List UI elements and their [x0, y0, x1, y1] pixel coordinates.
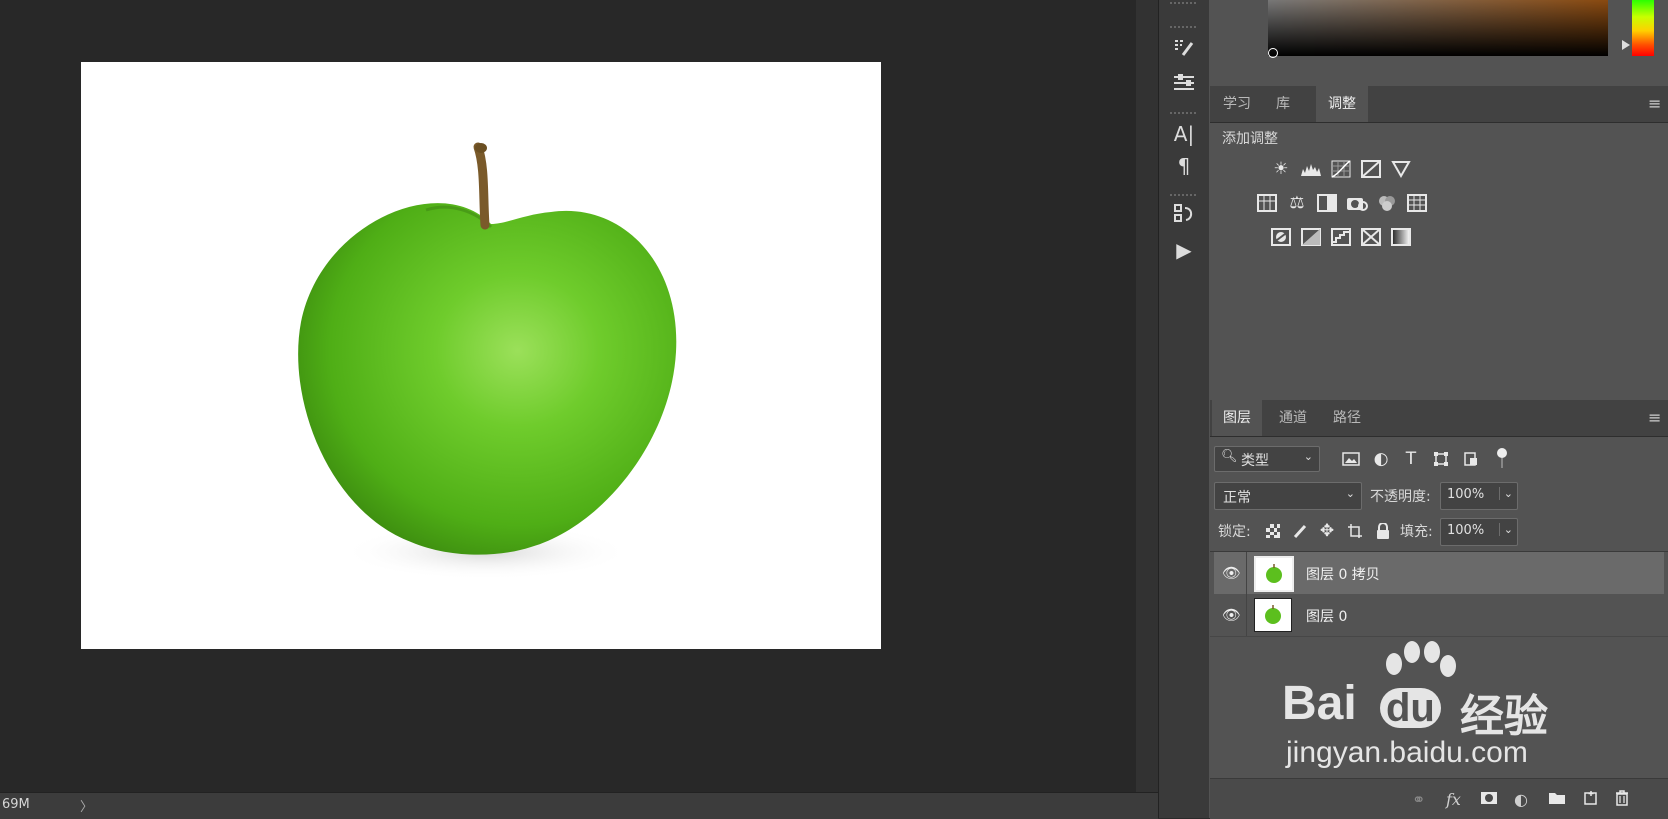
color-lookup-icon[interactable]	[1406, 192, 1428, 214]
tab-channels[interactable]: 通道	[1268, 400, 1318, 436]
layer-name[interactable]: 图层 0 拷贝	[1306, 564, 1380, 584]
threshold-icon[interactable]	[1330, 226, 1352, 248]
chevron-down-icon[interactable]: ⌄	[1498, 523, 1513, 536]
levels-icon[interactable]	[1300, 158, 1322, 180]
lock-artboard-icon[interactable]	[1344, 520, 1366, 542]
layer-thumbnail[interactable]	[1254, 598, 1292, 632]
new-group-folder-icon[interactable]	[1548, 790, 1566, 809]
vertical-scrollbar[interactable]	[1136, 0, 1158, 792]
tab-layers[interactable]: 图层	[1212, 400, 1262, 436]
opacity-input[interactable]: 100% ⌄	[1440, 482, 1518, 510]
lock-brush-icon[interactable]	[1290, 520, 1312, 542]
gradient-map-icon[interactable]	[1390, 226, 1412, 248]
vibrance-icon[interactable]	[1390, 158, 1412, 180]
posterize-icon[interactable]	[1300, 226, 1322, 248]
link-layers-icon[interactable]: ⚭	[1412, 790, 1425, 809]
fill-input[interactable]: 100% ⌄	[1440, 518, 1518, 546]
photo-filter-icon[interactable]	[1346, 192, 1368, 214]
tab-libraries[interactable]: 库	[1264, 86, 1302, 122]
properties-icon[interactable]	[1170, 68, 1198, 96]
baidu-paw-logo	[1386, 641, 1456, 677]
status-bar	[0, 792, 1158, 819]
black-white-icon[interactable]	[1316, 192, 1338, 214]
fx-icon[interactable]: fx	[1446, 790, 1461, 809]
layer-row-base[interactable]: 👁︎ 图层 0	[1214, 594, 1664, 636]
panel-menu-icon[interactable]: ≡	[1648, 94, 1661, 113]
search-icon: 🔍︎	[1221, 449, 1238, 464]
lock-move-icon[interactable]: ✥	[1316, 520, 1338, 542]
tab-paths[interactable]: 路径	[1322, 400, 1372, 436]
history-icon[interactable]	[1170, 200, 1198, 228]
chevron-down-icon: ⌄	[1303, 450, 1313, 463]
lock-transparent-icon[interactable]	[1262, 520, 1284, 542]
add-adjustment-title: 添加调整	[1222, 131, 1278, 147]
fill-label: 填充:	[1400, 524, 1433, 540]
layer-row-copy[interactable]: 👁︎ 图层 0 拷贝	[1214, 552, 1664, 594]
filter-type-icon[interactable]: T	[1400, 448, 1422, 470]
status-menu-arrow[interactable]: 〉	[80, 796, 93, 815]
opacity-value: 100%	[1447, 487, 1485, 502]
actions-play-icon[interactable]: ▶	[1170, 236, 1198, 264]
filter-adjustment-icon[interactable]: ◐	[1370, 448, 1392, 470]
selective-color-icon[interactable]	[1360, 226, 1382, 248]
tab-adjustments[interactable]: 调整	[1316, 86, 1368, 122]
divider	[1210, 636, 1668, 637]
filter-shape-icon[interactable]	[1430, 448, 1452, 470]
new-adjustment-icon[interactable]: ◐	[1514, 790, 1528, 809]
hue-slider-handle[interactable]	[1622, 40, 1630, 50]
hue-slider[interactable]	[1632, 0, 1654, 56]
baidu-watermark: Bai du 经验 jingyan.baidu.com	[1280, 640, 1580, 780]
watermark-brand: Bai	[1282, 677, 1357, 730]
tab-learn[interactable]: 学习	[1212, 86, 1262, 122]
brush-settings-icon[interactable]	[1170, 34, 1198, 62]
opacity-label: 不透明度:	[1370, 489, 1431, 505]
color-picker-cursor[interactable]	[1268, 48, 1278, 58]
eye-visibility-icon[interactable]: 👁︎	[1222, 606, 1241, 624]
filter-toggle-stem	[1501, 458, 1503, 468]
character-icon[interactable]: A|	[1170, 120, 1198, 148]
eye-visibility-icon[interactable]: 👁︎	[1222, 564, 1241, 582]
divider	[1246, 594, 1247, 636]
blend-mode-select[interactable]: 正常 ⌄	[1214, 482, 1362, 510]
layer-filter-value: 类型	[1241, 453, 1269, 469]
invert-icon[interactable]	[1270, 226, 1292, 248]
fill-value: 100%	[1447, 523, 1485, 538]
color-picker-field[interactable]	[1268, 0, 1608, 56]
new-layer-icon[interactable]	[1582, 790, 1598, 810]
layers-menu-icon[interactable]: ≡	[1648, 408, 1661, 427]
layer-filter-select[interactable]: 🔍︎ 类型 ⌄	[1214, 446, 1320, 472]
curves-icon[interactable]	[1330, 158, 1352, 180]
grip-handle[interactable]	[1170, 194, 1196, 198]
document-canvas[interactable]	[81, 62, 881, 649]
add-mask-icon[interactable]	[1480, 790, 1498, 809]
brightness-icon[interactable]: ☀	[1270, 158, 1292, 180]
watermark-url: jingyan.baidu.com	[1286, 736, 1528, 769]
exposure-icon[interactable]	[1360, 158, 1382, 180]
grip-handle[interactable]	[1170, 2, 1196, 6]
status-doc-size: 69M	[2, 797, 30, 812]
filter-toggle-icon[interactable]	[1497, 448, 1507, 458]
lock-all-icon[interactable]	[1372, 520, 1394, 542]
trash-icon[interactable]	[1614, 790, 1630, 810]
channel-mixer-icon[interactable]	[1376, 192, 1398, 214]
layer-name[interactable]: 图层 0	[1306, 606, 1347, 626]
lock-label: 锁定:	[1218, 524, 1251, 540]
chevron-down-icon: ⌄	[1345, 487, 1355, 500]
green-apple-image	[298, 142, 677, 580]
filter-pixel-icon[interactable]	[1340, 448, 1362, 470]
layers-footer	[1210, 778, 1668, 819]
color-balance-icon[interactable]: ⚖	[1286, 192, 1308, 214]
grip-handle[interactable]	[1170, 26, 1196, 30]
grip-handle[interactable]	[1170, 112, 1196, 116]
watermark-brand-du: du	[1380, 688, 1441, 728]
blend-mode-value: 正常	[1223, 490, 1251, 506]
watermark-cn: 经验	[1460, 691, 1548, 742]
chevron-down-icon[interactable]: ⌄	[1498, 487, 1513, 500]
hue-saturation-icon[interactable]	[1256, 192, 1278, 214]
paragraph-icon[interactable]: ¶	[1170, 152, 1198, 180]
filter-smart-object-icon[interactable]	[1460, 448, 1482, 470]
divider	[1246, 552, 1247, 594]
layer-thumbnail[interactable]	[1254, 556, 1294, 592]
